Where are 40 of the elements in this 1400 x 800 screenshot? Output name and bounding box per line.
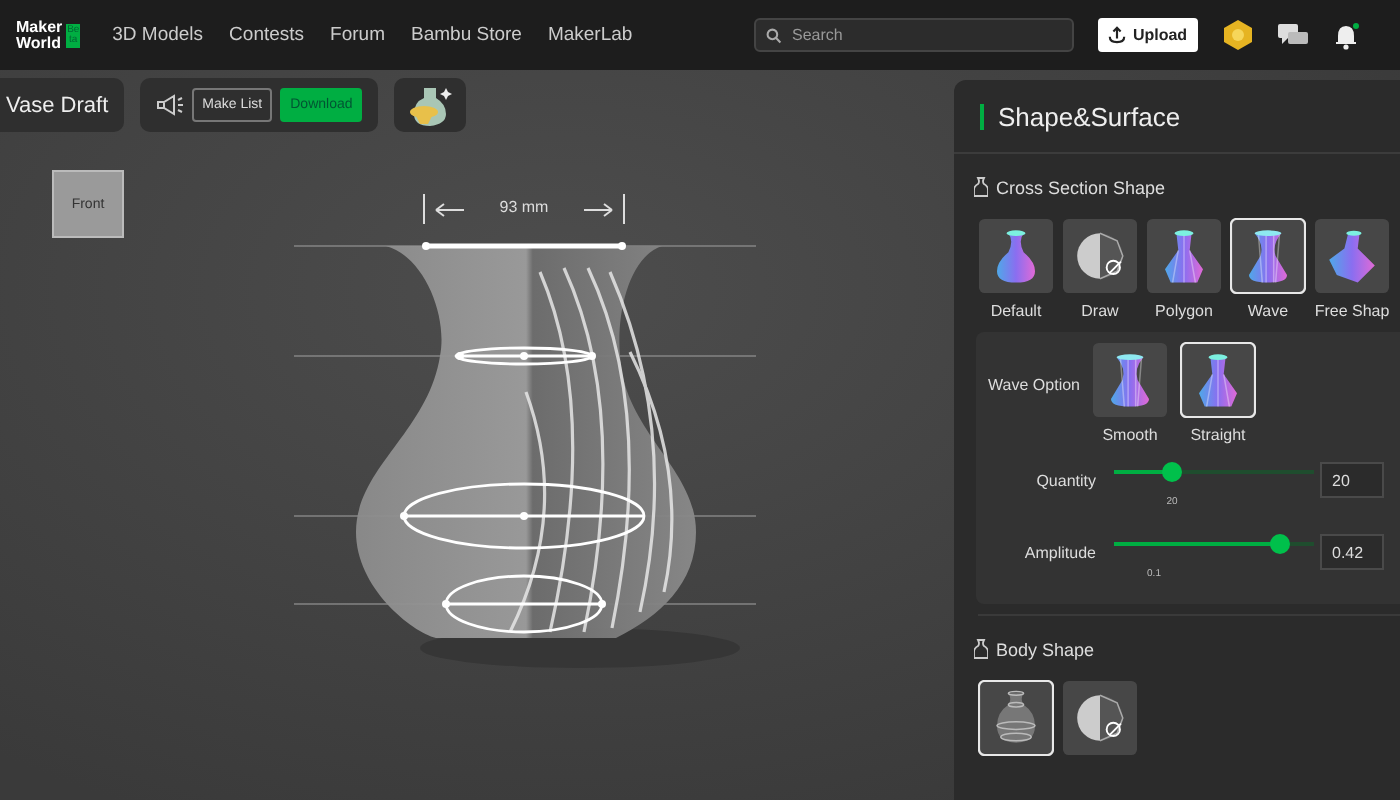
field-label: Quantity xyxy=(1034,471,1096,489)
shape-option[interactable] xyxy=(1062,680,1138,756)
bell-icon[interactable] xyxy=(1334,21,1360,49)
field-label: Wave Option xyxy=(986,376,1080,394)
shape-option[interactable]: Draw xyxy=(1062,218,1138,320)
slider-thumb[interactable] xyxy=(1270,534,1290,554)
search-field[interactable]: Search xyxy=(754,18,1074,52)
search-icon xyxy=(766,28,782,44)
megaphone-icon[interactable] xyxy=(156,94,185,116)
vase-outline-icon xyxy=(974,638,988,660)
dimension-label: 93 mm xyxy=(497,198,551,216)
nav-link[interactable]: Bambu Store xyxy=(411,24,522,46)
chat-icon[interactable] xyxy=(1278,23,1308,47)
nav-link[interactable]: Contests xyxy=(229,24,305,46)
vase-button[interactable] xyxy=(394,78,467,132)
upload-icon xyxy=(1108,26,1127,44)
coin-icon[interactable] xyxy=(1224,20,1252,50)
slider-thumb[interactable] xyxy=(1162,462,1182,482)
shape-option[interactable] xyxy=(978,680,1054,756)
value-field[interactable]: 0.42 xyxy=(1320,534,1384,570)
upload-button[interactable]: Upload xyxy=(1098,18,1198,52)
project-title: Vase Draft xyxy=(0,78,125,132)
section-title: Cross Section Shape xyxy=(996,177,1166,197)
vase-icon xyxy=(406,83,455,127)
shape-option[interactable]: Free Shap xyxy=(1314,218,1390,320)
nav-link[interactable]: MakerLab xyxy=(547,24,633,46)
nav-link[interactable]: 3D Models xyxy=(112,24,204,46)
nav-link[interactable]: Forum xyxy=(330,24,385,46)
shape-option[interactable]: Smooth xyxy=(1092,342,1168,444)
vase-drawing[interactable] xyxy=(293,242,757,668)
value-field[interactable]: 20 xyxy=(1320,462,1384,498)
vase-outline-icon xyxy=(974,176,988,198)
panel-title: Shape&Surface xyxy=(998,101,1181,131)
shape-option[interactable]: Default xyxy=(978,218,1054,320)
section-title: Body Shape xyxy=(996,639,1095,659)
shape-option[interactable]: Wave xyxy=(1230,218,1306,320)
field-label: Amplitude xyxy=(1022,543,1096,561)
shape-option[interactable]: Straight xyxy=(1180,342,1256,444)
logo-text[interactable]: Maker World xyxy=(16,19,63,51)
shape-option[interactable]: Polygon xyxy=(1146,218,1222,320)
